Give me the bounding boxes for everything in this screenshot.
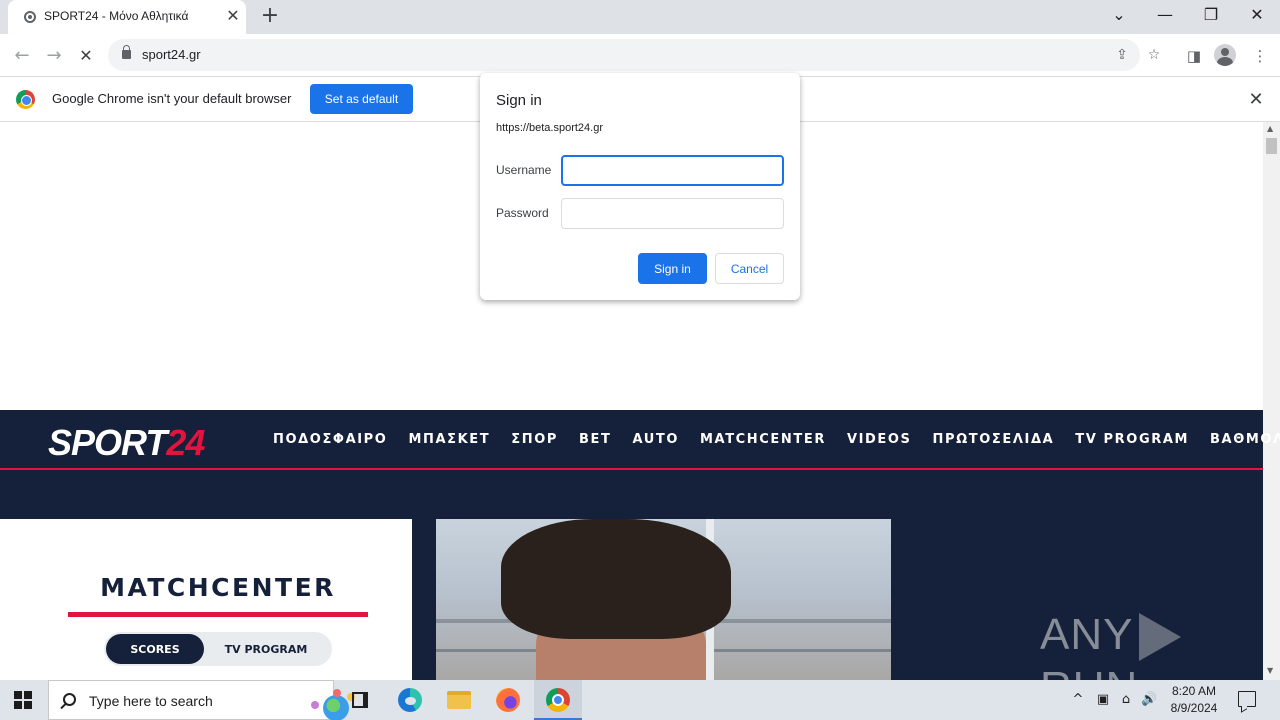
- loading-favicon-icon: [24, 11, 36, 23]
- tray-chevron-icon[interactable]: ^: [1070, 692, 1086, 708]
- url-text[interactable]: sport24.gr: [142, 47, 201, 62]
- task-view-icon: [352, 692, 368, 708]
- tab-search-icon[interactable]: ⌄: [1096, 0, 1142, 30]
- chrome-menu-icon[interactable]: ⋮: [1250, 46, 1270, 66]
- nav-matchcenter[interactable]: MATCHCENTER: [700, 432, 826, 447]
- firefox-icon: [496, 688, 520, 712]
- logo-text-sport: SPORT: [48, 422, 167, 463]
- chrome-icon: [546, 688, 570, 712]
- matchcenter-panel: MATCHCENTER SCORES TV PROGRAM: [0, 519, 412, 680]
- bookmark-star-icon[interactable]: ☆: [1145, 46, 1163, 64]
- stop-loading-button[interactable]: ✕: [74, 44, 98, 68]
- infobar-message: Google Chrome isn't your default browser: [52, 91, 292, 106]
- play-icon: [1137, 611, 1185, 663]
- sign-in-dialog: Sign in https://beta.sport24.gr Username…: [480, 73, 800, 300]
- watermark-text-left: ANY: [1040, 610, 1134, 659]
- notifications-icon[interactable]: [1238, 691, 1256, 707]
- tab-close-icon[interactable]: ✕: [224, 7, 242, 25]
- tab-title: SPORT24 - Μόνο Αθλητικά: [44, 9, 189, 23]
- nav-football[interactable]: ΠΟΔΟΣΦΑΙΡΟ: [273, 432, 387, 447]
- site-navbar: SPORT24 ΠΟΔΟΣΦΑΙΡΟ ΜΠΑΣΚΕΤ ΣΠΟΡ BET AUTO…: [0, 410, 1280, 470]
- browser-toolbar: ← → ✕ sport24.gr ⇪ ☆ ◨ ⋮: [0, 34, 1280, 77]
- matchcenter-title: MATCHCENTER: [100, 573, 336, 602]
- username-label: Username: [496, 163, 552, 177]
- windows-start-icon[interactable]: [14, 691, 32, 709]
- network-icon[interactable]: ⌂: [1118, 692, 1134, 708]
- close-window-button[interactable]: ✕: [1234, 0, 1280, 30]
- profile-avatar-icon[interactable]: [1214, 44, 1236, 66]
- clock-date: 8/9/2024: [1170, 701, 1218, 715]
- nav-sports[interactable]: ΣΠΟΡ: [511, 432, 558, 447]
- address-bar[interactable]: sport24.gr ⇪ ☆: [108, 39, 1160, 71]
- sport24-logo[interactable]: SPORT24: [48, 422, 205, 464]
- restore-button[interactable]: ❐: [1188, 0, 1234, 30]
- edge-icon: [398, 688, 422, 712]
- nav-videos[interactable]: VIDEOS: [847, 432, 912, 447]
- tray-device-icon[interactable]: ▣: [1095, 692, 1111, 708]
- nav-tv-program[interactable]: TV PROGRAM: [1075, 432, 1189, 447]
- site-nav-links: ΠΟΔΟΣΦΑΙΡΟ ΜΠΑΣΚΕΤ ΣΠΟΡ BET AUTO MATCHCE…: [273, 432, 1280, 447]
- chrome-logo-icon: [16, 90, 35, 109]
- set-as-default-button[interactable]: Set as default: [310, 84, 413, 114]
- dialog-title: Sign in: [496, 92, 542, 109]
- matchcenter-divider: [68, 612, 368, 617]
- taskbar-clock[interactable]: 8:20 AM 8/9/2024: [1162, 683, 1226, 717]
- volume-icon[interactable]: 🔊: [1141, 692, 1157, 708]
- file-explorer-taskbar-button[interactable]: [435, 680, 483, 720]
- search-highlight-bubble-1: [311, 701, 319, 709]
- task-view-button[interactable]: [336, 680, 384, 720]
- search-icon: [63, 693, 76, 706]
- hero-image-hair: [501, 519, 731, 639]
- scores-tab[interactable]: SCORES: [106, 634, 204, 664]
- back-button[interactable]: ←: [10, 44, 34, 68]
- username-field[interactable]: [561, 155, 784, 186]
- share-icon[interactable]: ⇪: [1113, 46, 1131, 64]
- side-panel-icon[interactable]: ◨: [1184, 46, 1204, 66]
- scroll-up-arrow-icon[interactable]: ▲: [1267, 124, 1273, 133]
- edge-taskbar-button[interactable]: [386, 680, 434, 720]
- nav-bet[interactable]: BET: [579, 432, 611, 447]
- hero-image[interactable]: [436, 519, 891, 680]
- password-field[interactable]: [561, 198, 784, 229]
- nav-front-pages[interactable]: ΠΡΩΤΟΣΕΛΙΔΑ: [933, 432, 1055, 447]
- firefox-taskbar-button[interactable]: [484, 680, 532, 720]
- page-scrollbar[interactable]: ▲ ▼: [1263, 122, 1280, 680]
- chrome-taskbar-button[interactable]: [534, 680, 582, 720]
- tab-strip: SPORT24 - Μόνο Αθλητικά ✕ + ⌄ — ❐ ✕: [0, 0, 1280, 34]
- new-tab-button[interactable]: +: [258, 4, 282, 28]
- dialog-origin: https://beta.sport24.gr: [496, 122, 604, 134]
- scroll-thumb[interactable]: [1266, 138, 1277, 154]
- taskbar-search-placeholder[interactable]: Type here to search: [89, 693, 213, 709]
- cancel-button[interactable]: Cancel: [715, 253, 784, 284]
- logo-text-24: 24: [166, 422, 205, 463]
- sign-in-button[interactable]: Sign in: [638, 253, 707, 284]
- tab-sport24[interactable]: SPORT24 - Μόνο Αθλητικά ✕: [8, 0, 246, 34]
- folder-icon: [447, 691, 471, 709]
- minimize-button[interactable]: —: [1142, 0, 1188, 30]
- password-label: Password: [496, 206, 549, 220]
- lock-icon[interactable]: [122, 45, 131, 59]
- nav-basketball[interactable]: ΜΠΑΣΚΕΤ: [408, 432, 490, 447]
- forward-button[interactable]: →: [42, 44, 66, 68]
- matchcenter-toggle: SCORES TV PROGRAM: [104, 632, 332, 666]
- windows-taskbar: Type here to search ^ ▣ ⌂ 🔊 8:20 AM 8/9/…: [0, 680, 1280, 720]
- taskbar-search-box[interactable]: Type here to search: [48, 680, 355, 720]
- infobar-close-icon[interactable]: ✕: [1246, 89, 1266, 110]
- nav-standings[interactable]: ΒΑΘΜΟΛΟΓΙΕΣ: [1210, 432, 1280, 447]
- nav-auto[interactable]: AUTO: [632, 432, 679, 447]
- tv-program-tab[interactable]: TV PROGRAM: [208, 634, 324, 664]
- clock-time: 8:20 AM: [1171, 684, 1217, 698]
